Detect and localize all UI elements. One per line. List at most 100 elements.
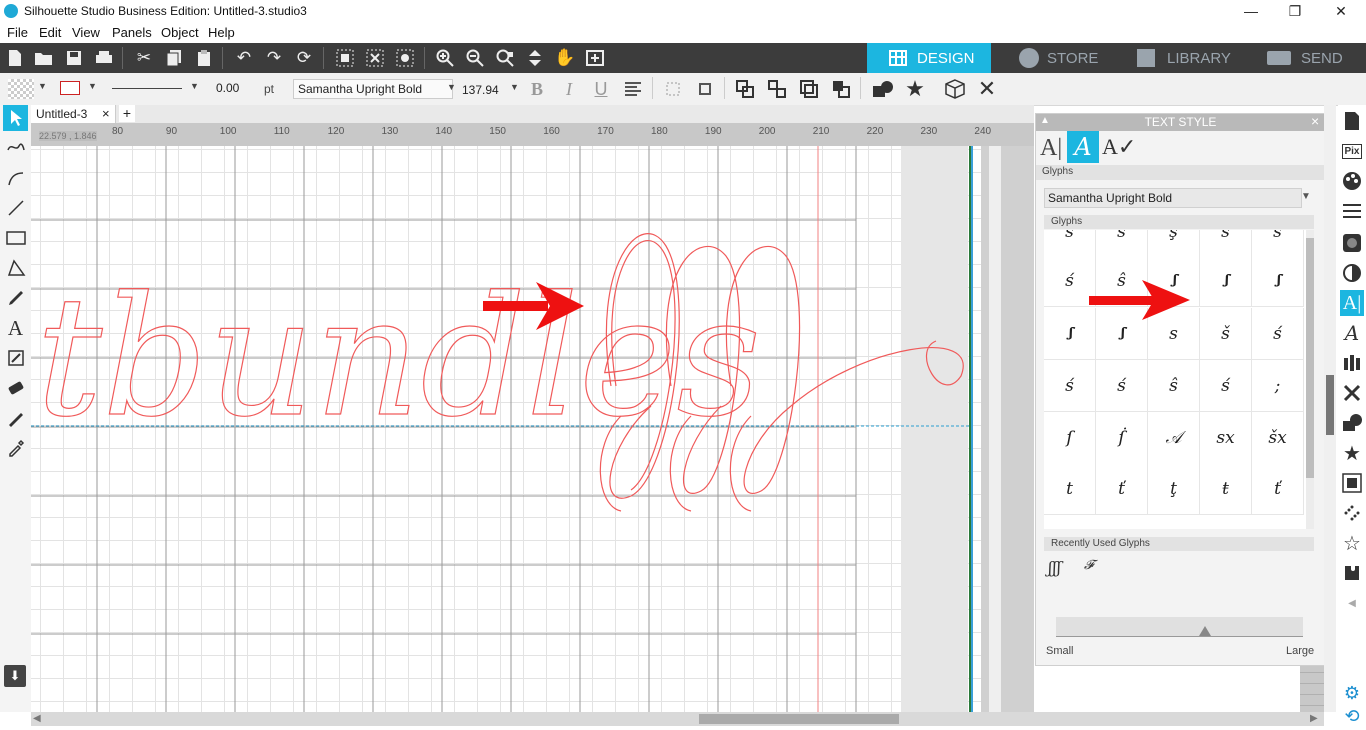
glyph-cell[interactable]: t (1044, 463, 1096, 515)
recent-glyph-1[interactable]: ʃʃʃ (1048, 558, 1061, 577)
release-compound-icon[interactable] (828, 77, 854, 101)
maximize-button[interactable]: ❐ (1272, 0, 1318, 23)
glyph-cell[interactable]: ť (1252, 463, 1304, 515)
glyph-font-select[interactable]: Samantha Upright Bold (1044, 188, 1302, 208)
glyph-cell[interactable]: ś (1252, 230, 1304, 258)
open-folder-icon[interactable] (31, 46, 57, 70)
tab-design[interactable]: DESIGN (867, 43, 991, 73)
modify-star-icon[interactable]: ★ (1340, 440, 1364, 466)
glyphs-tab-icon[interactable]: A (1067, 131, 1099, 163)
transform-icon[interactable] (692, 77, 718, 101)
save-icon[interactable] (61, 46, 87, 70)
star-shape-icon[interactable]: ★ (902, 76, 928, 101)
trace-icon[interactable] (1340, 500, 1364, 526)
zoom-in-icon[interactable] (432, 46, 458, 70)
cut-icon[interactable]: ✂ (131, 46, 157, 70)
design-canvas[interactable]: tbundles (31, 146, 1034, 712)
underline-button[interactable]: U (588, 77, 614, 101)
menu-panels[interactable]: Panels (112, 25, 152, 40)
ungroup-icon[interactable] (764, 77, 790, 101)
tab-send[interactable]: SEND (1251, 43, 1366, 73)
make-compound-icon[interactable] (796, 77, 822, 101)
curve-tool-icon[interactable] (3, 165, 28, 191)
scroll-up-icon[interactable]: ◀ (1340, 590, 1364, 616)
glyph-cell[interactable]: ś (1252, 308, 1304, 360)
hand-pan-icon[interactable]: ✋ (552, 46, 578, 70)
glyph-cell[interactable]: ś (1200, 360, 1252, 412)
copy-icon[interactable] (161, 46, 187, 70)
glyph-cell[interactable]: ŝ (1148, 360, 1200, 412)
edit-points-icon[interactable] (392, 46, 418, 70)
glyph-cell[interactable]: ; (1252, 360, 1304, 412)
align-icon[interactable] (1340, 350, 1364, 376)
glyph-cell[interactable]: ŝ (1096, 230, 1148, 258)
bold-button[interactable]: B (524, 77, 550, 101)
line-style-preview[interactable] (112, 88, 182, 89)
font-size-input[interactable]: 137.94 (458, 81, 512, 99)
tab-store[interactable]: STORE (1003, 43, 1127, 73)
text-style-tab-icon[interactable]: A| (1040, 134, 1068, 162)
pan-vertical-icon[interactable] (522, 46, 548, 70)
glyph-cell[interactable]: ţ (1148, 463, 1200, 515)
zoom-out-icon[interactable] (462, 46, 488, 70)
fill-color-icon[interactable] (1340, 168, 1364, 194)
select-all-icon[interactable] (332, 46, 358, 70)
glyph-cell[interactable]: ʃʃʃ (1252, 255, 1304, 307)
fill-tool-icon[interactable] (3, 345, 28, 371)
glyph-cell[interactable]: ſ (1044, 412, 1096, 464)
text-style-icon[interactable]: A| (1340, 290, 1364, 316)
menu-help[interactable]: Help (208, 25, 235, 40)
offset-icon[interactable] (1340, 470, 1364, 496)
pencil-tool-icon[interactable] (3, 285, 28, 311)
font-dropdown-icon[interactable]: ▼ (447, 82, 456, 92)
scrollbar-thumb[interactable] (699, 714, 899, 724)
replicate-icon[interactable] (1340, 380, 1364, 406)
3d-box-icon[interactable] (942, 77, 968, 101)
font-size-dropdown-icon[interactable]: ▼ (510, 82, 519, 92)
weld-icon[interactable] (870, 77, 896, 101)
print-icon[interactable] (91, 46, 117, 70)
line-style-dropdown-icon[interactable]: ▼ (190, 81, 199, 91)
glyph-cell[interactable]: šx (1252, 412, 1304, 464)
glyph-cell[interactable]: š (1200, 308, 1252, 360)
align-text-icon[interactable] (620, 77, 646, 101)
line-style-icon[interactable] (1340, 198, 1364, 224)
add-tab-button[interactable]: + (119, 105, 135, 122)
glyph-cell[interactable]: ť (1096, 463, 1148, 515)
menu-file[interactable]: File (7, 25, 28, 40)
glyph-cell[interactable]: ẛ (1096, 412, 1148, 464)
glyph-cell[interactable]: ś (1096, 360, 1148, 412)
line-tool-icon[interactable] (3, 195, 28, 221)
bounding-box-icon[interactable] (660, 77, 686, 101)
nesting-puzzle-icon[interactable] (1340, 560, 1364, 586)
collapse-panel-icon[interactable]: ▲ (1040, 115, 1050, 126)
glyph-cell[interactable]: sx (1200, 412, 1252, 464)
redo-icon[interactable]: ↷ (261, 46, 287, 70)
fill-dropdown-icon[interactable]: ▼ (38, 81, 47, 91)
text-to-path-icon[interactable]: A (1340, 320, 1364, 346)
text-tool-icon[interactable]: A (3, 315, 28, 341)
redraw-icon[interactable]: ⟳ (291, 46, 317, 70)
horizontal-scrollbar[interactable]: ◀ ▶ (31, 712, 1324, 726)
minimize-button[interactable]: — (1228, 0, 1274, 23)
glyph-font-dropdown-icon[interactable]: ▼ (1301, 191, 1311, 202)
glyph-scrollbar[interactable] (1306, 230, 1314, 529)
sketch-star-outline-icon[interactable]: ☆ (1340, 530, 1364, 556)
fit-to-page-icon[interactable] (582, 46, 608, 70)
page-setup-icon[interactable] (1340, 108, 1364, 134)
menu-object[interactable]: Object (161, 25, 199, 40)
slider-handle[interactable] (1199, 626, 1211, 636)
deselect-icon[interactable] (362, 46, 388, 70)
transparency-icon[interactable] (1340, 260, 1364, 286)
delete-icon[interactable]: ✕ (974, 76, 1000, 101)
menu-view[interactable]: View (72, 25, 100, 40)
tab-library[interactable]: LIBRARY (1127, 43, 1251, 73)
rectangle-tool-icon[interactable] (3, 225, 28, 251)
close-tab-icon[interactable]: × (102, 106, 110, 121)
select-tool-icon[interactable] (3, 105, 28, 131)
line-color-dropdown-icon[interactable]: ▼ (88, 81, 97, 91)
line-color-swatch[interactable] (60, 81, 80, 95)
library-download-icon[interactable]: ⬇ (4, 665, 26, 687)
panel-area-scrollbar[interactable] (1324, 105, 1336, 712)
undo-icon[interactable]: ↶ (231, 46, 257, 70)
